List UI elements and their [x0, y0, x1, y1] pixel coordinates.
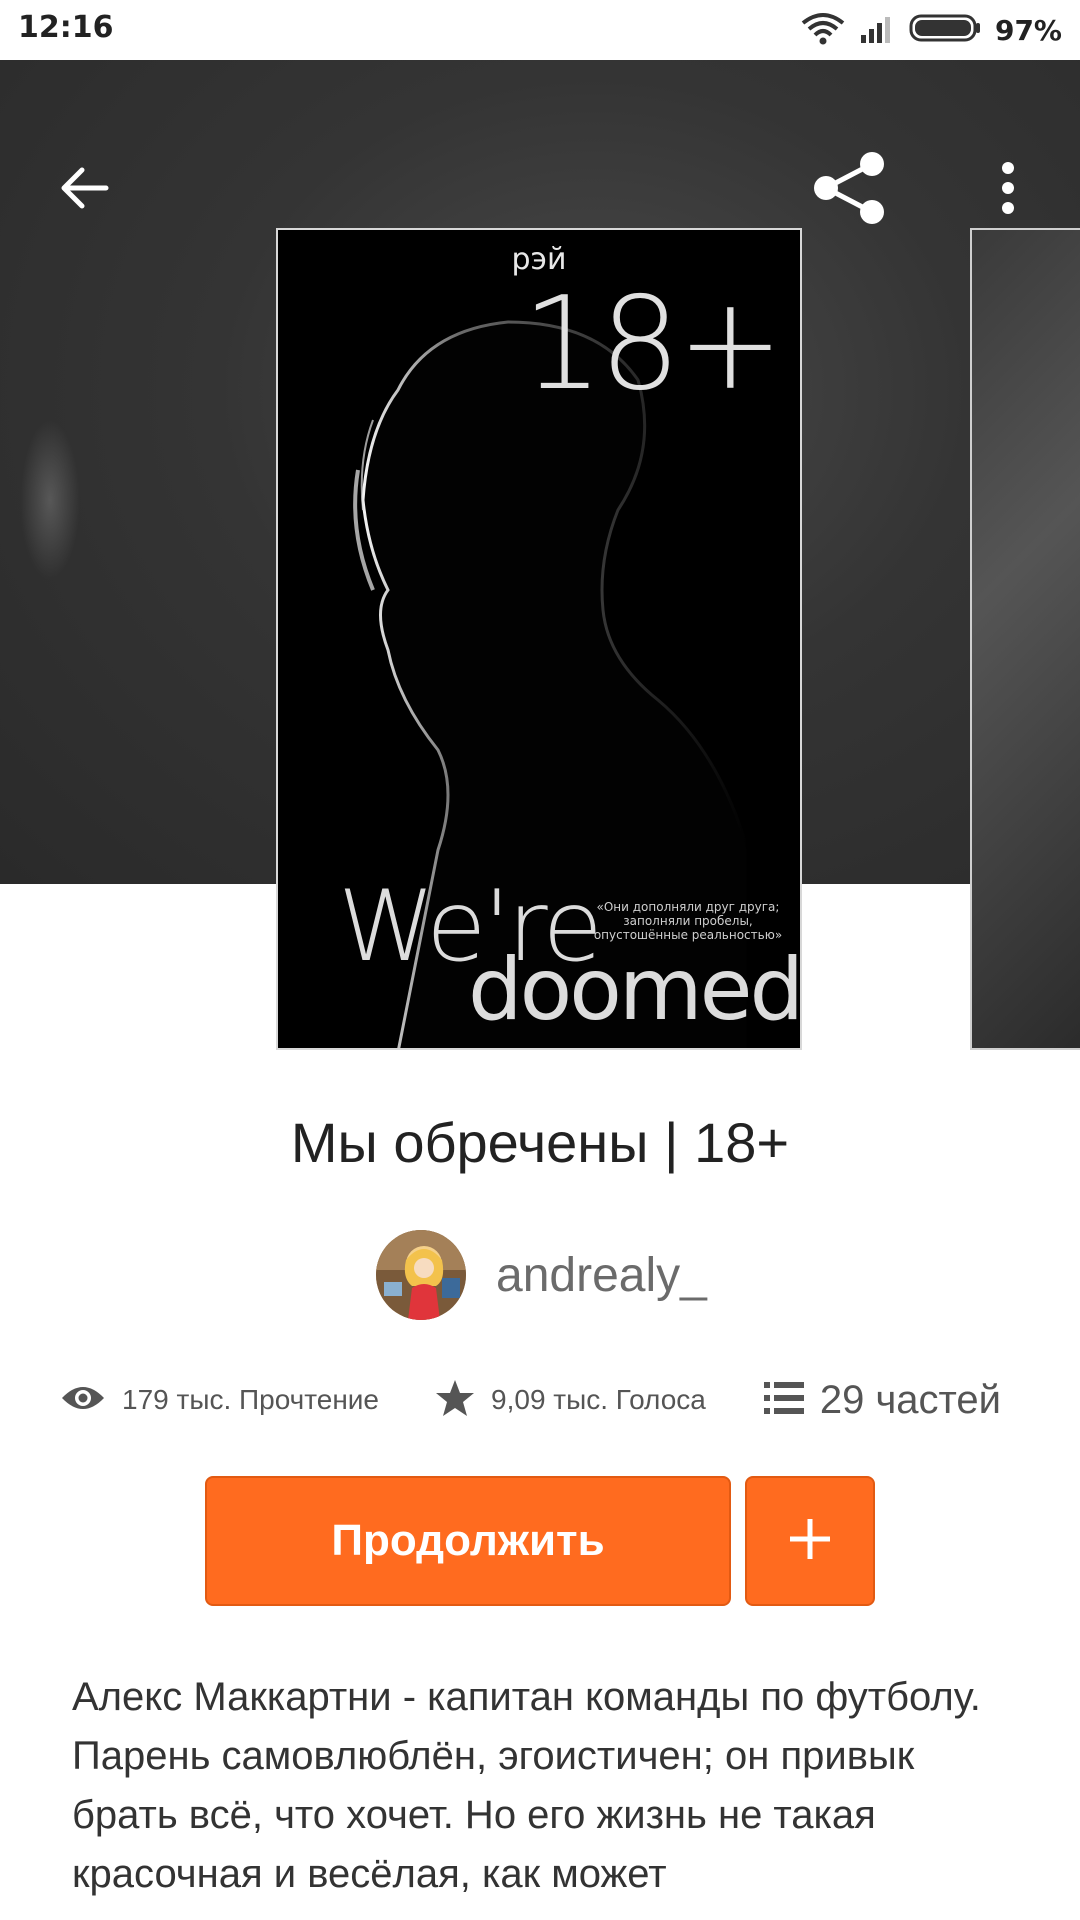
wifi-icon [801, 11, 845, 50]
cover-title-line2: doomed [468, 940, 802, 1040]
book-description: Алекс Маккартни - капитан команды по фут… [72, 1675, 981, 1896]
book-title: Мы обречены | 18+ [290, 1111, 790, 1174]
signal-icon [859, 13, 895, 48]
parts-count[interactable]: 29 частей [820, 1378, 1001, 1423]
plus-icon [788, 1517, 832, 1566]
stat-votes: 9,09 тыс. Голоса [435, 1378, 706, 1423]
eye-icon [60, 1382, 106, 1419]
continue-reading-button[interactable]: Продолжить [205, 1476, 731, 1606]
arrow-left-icon [56, 164, 112, 217]
status-bar: 12:16 97% [0, 0, 1080, 60]
star-icon [435, 1378, 475, 1423]
cover-age-rating: 18+ [521, 270, 784, 419]
author-name[interactable]: andrealy_ [496, 1248, 707, 1303]
list-icon [763, 1380, 804, 1421]
add-to-library-button[interactable] [745, 1476, 875, 1606]
stat-reads: 179 тыс. Прочтение [60, 1382, 379, 1419]
stats-row: 179 тыс. Прочтение 9,09 тыс. Голоса 29 ч… [60, 1370, 1020, 1430]
stat-parts[interactable]: 29 частей [763, 1378, 1001, 1423]
status-time: 12:16 [18, 10, 114, 45]
author-row[interactable]: andrealy_ [376, 1226, 707, 1324]
reads-count: 179 тыс. Прочтение [122, 1384, 380, 1415]
share-button[interactable] [800, 140, 900, 240]
hero-glow [20, 420, 80, 580]
book-cover[interactable]: рэй 18+ We're doomed «Они дополняли друг… [276, 228, 802, 1050]
back-button[interactable] [34, 140, 134, 240]
votes-count: 9,09 тыс. Голоса [491, 1384, 706, 1415]
avatar[interactable] [376, 1230, 466, 1320]
more-vertical-icon [1000, 161, 1016, 219]
more-options-button[interactable] [958, 140, 1058, 240]
status-icons: 97% [801, 12, 1062, 48]
battery-icon [909, 13, 981, 48]
battery-percent: 97% [994, 13, 1062, 47]
cover-quote: «Они дополняли друг друга; заполняли про… [593, 900, 783, 942]
share-icon [812, 150, 888, 231]
next-book-cover[interactable] [970, 228, 1080, 1050]
